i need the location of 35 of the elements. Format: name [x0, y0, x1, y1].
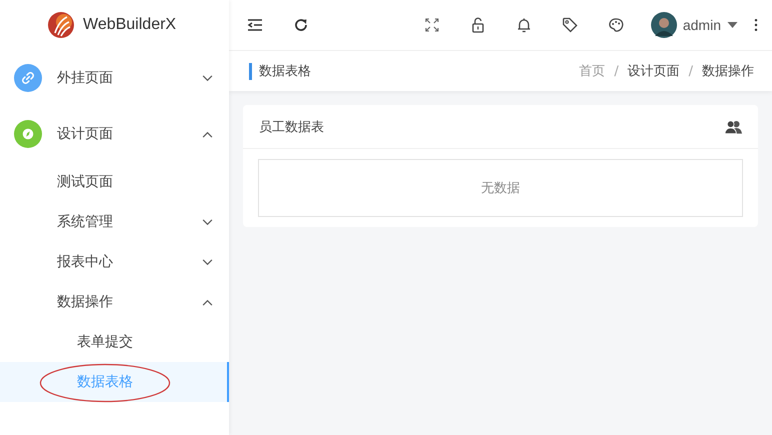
avatar — [650, 12, 677, 38]
menu-item[interactable]: 报表中心 — [0, 242, 229, 282]
menu-item[interactable]: 设计页面 — [0, 106, 229, 162]
menu-item[interactable]: 测试页面 — [0, 162, 229, 202]
fullscreen-icon[interactable] — [424, 17, 440, 33]
user-menu[interactable]: admin — [650, 12, 738, 38]
bell-icon[interactable] — [516, 17, 532, 33]
menu-fold-icon[interactable] — [247, 17, 263, 33]
menu-item[interactable]: 外挂页面 — [0, 50, 229, 106]
palette-icon[interactable] — [608, 17, 624, 33]
unlock-icon[interactable] — [470, 17, 486, 33]
chevron-down-icon — [202, 258, 213, 266]
tag-icon[interactable] — [562, 17, 578, 33]
link-icon — [21, 71, 35, 85]
menu-item[interactable]: 数据操作 — [0, 282, 229, 322]
card-title: 员工数据表 — [259, 118, 324, 136]
refresh-icon[interactable] — [293, 17, 309, 33]
menu-item[interactable]: 表单提交 — [77, 333, 133, 351]
compass-icon — [21, 127, 35, 141]
chevron-down-icon — [202, 74, 213, 82]
users-icon — [724, 118, 743, 134]
caret-down-icon — [727, 22, 738, 28]
empty-text: 无数据 — [481, 180, 520, 197]
breadcrumb-item: 数据操作 — [702, 63, 754, 80]
chevron-down-icon — [202, 218, 213, 226]
page-title: 数据表格 — [249, 62, 311, 80]
breadcrumb-item: 设计页面 — [628, 63, 680, 80]
breadcrumb-separator: / — [614, 64, 619, 78]
more-icon[interactable] — [754, 18, 758, 32]
breadcrumb-separator: / — [688, 64, 693, 78]
logo-icon — [47, 11, 75, 39]
chevron-up-icon — [202, 130, 213, 138]
app-name: WebBuilderX — [83, 16, 176, 34]
chevron-up-icon — [202, 298, 213, 306]
menu-item[interactable]: 系统管理 — [0, 202, 229, 242]
